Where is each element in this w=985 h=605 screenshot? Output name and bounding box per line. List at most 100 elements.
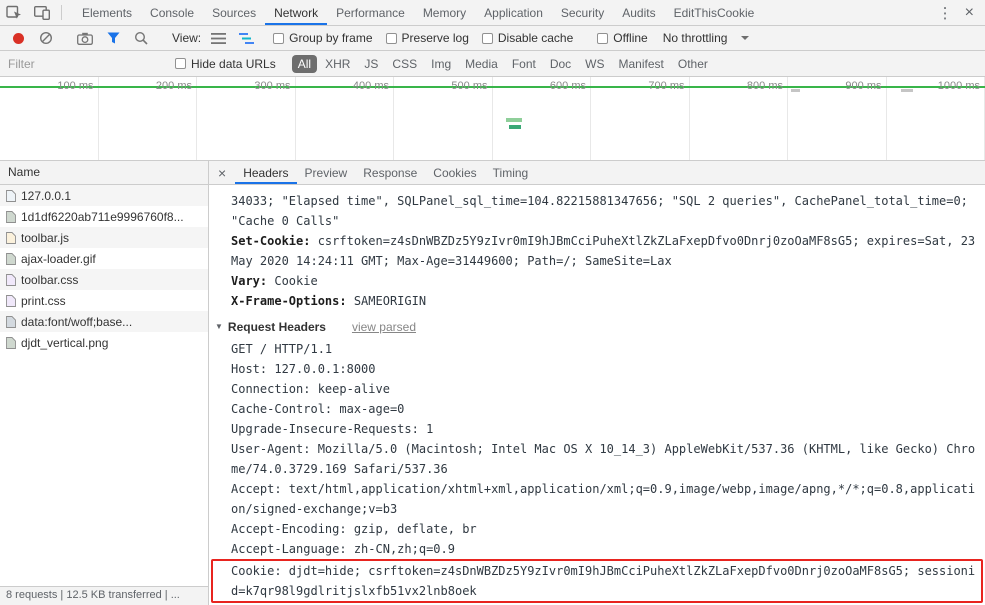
devtools-tab[interactable]: Performance [327, 0, 414, 25]
header-value: SAMEORIGIN [346, 294, 427, 308]
network-toolbar: View: Group by frame Preserve log Disabl… [0, 26, 985, 51]
request-row[interactable]: toolbar.js [0, 227, 208, 248]
large-request-rows-icon[interactable] [204, 32, 232, 44]
network-overview[interactable]: 100 ms 200 ms 300 ms 400 ms 500 ms 600 m… [0, 77, 985, 161]
disable-cache-checkbox[interactable]: Disable cache [481, 31, 573, 45]
resource-type-filter[interactable]: Img [425, 55, 457, 73]
details-tab[interactable]: Timing [485, 161, 537, 184]
group-by-frame-checkbox[interactable]: Group by frame [273, 31, 373, 45]
preserve-log-checkbox[interactable]: Preserve log [385, 31, 469, 45]
request-headers-section[interactable]: ▼ Request Headers view parsed [209, 317, 985, 337]
inspect-element-icon[interactable] [0, 0, 28, 25]
request-details-panel: × Headers Preview Response Cookies Timin… [209, 161, 985, 605]
response-header-line: Set-Cookie: csrftoken=z4sDnWBZDz5Y9zIvr0… [209, 231, 985, 271]
network-main: Name 127.0.0.1 1d1df6220ab711e9996760f8.… [0, 161, 985, 605]
request-row[interactable]: ajax-loader.gif [0, 248, 208, 269]
request-name: ajax-loader.gif [21, 251, 96, 266]
timeline-tick-label: 1000 ms [937, 80, 980, 92]
response-header-line: 34033; "Elapsed time", SQLPanel_sql_time… [209, 191, 985, 231]
timeline-grid-cell: 400 ms [296, 77, 394, 160]
section-title: Request Headers [227, 320, 326, 334]
close-details-icon[interactable]: × [209, 161, 235, 184]
record-button[interactable] [4, 32, 32, 45]
checkbox-label: Group by frame [289, 31, 373, 45]
request-header-line: Connection: keep-alive [231, 382, 390, 396]
devtools-tab[interactable]: Audits [613, 0, 664, 25]
screenshot-camera-icon[interactable] [71, 32, 99, 45]
close-devtools-icon[interactable]: × [961, 4, 985, 22]
response-header-line: X-Frame-Options: SAMEORIGIN [209, 291, 985, 311]
request-row[interactable]: 1d1df6220ab711e9996760f8... [0, 206, 208, 227]
device-toolbar-icon[interactable] [28, 0, 56, 25]
request-name: djdt_vertical.png [21, 335, 109, 350]
request-row[interactable]: 127.0.0.1 [0, 185, 208, 206]
checkbox-box[interactable] [175, 58, 186, 69]
resource-type-icon [6, 231, 16, 244]
timeline-grid-cell: 700 ms [591, 77, 690, 160]
show-overview-icon[interactable] [232, 32, 260, 44]
request-name: 1d1df6220ab711e9996760f8... [21, 209, 184, 224]
clear-button[interactable] [32, 31, 60, 45]
details-tab[interactable]: Cookies [425, 161, 484, 184]
resource-type-icon [6, 294, 16, 307]
devtools-tab[interactable]: Console [141, 0, 203, 25]
details-tabbar: × Headers Preview Response Cookies Timin… [209, 161, 985, 185]
timeline-tick-label: 500 ms [451, 80, 488, 92]
devtools-tab[interactable]: Memory [414, 0, 475, 25]
search-icon[interactable] [127, 31, 155, 45]
resource-type-filter[interactable]: XHR [319, 55, 356, 73]
view-label: View: [172, 31, 202, 45]
overview-request-bar [506, 118, 522, 122]
offline-checkbox[interactable]: Offline [597, 31, 648, 45]
checkbox-box[interactable] [385, 32, 397, 44]
kebab-menu-icon[interactable]: ⋮ [930, 4, 961, 22]
hide-data-urls-checkbox[interactable]: Hide data URLs [175, 57, 276, 71]
request-row[interactable]: djdt_vertical.png [0, 332, 208, 353]
devtools-tab[interactable]: Network [265, 0, 327, 25]
resource-type-icon [6, 210, 16, 223]
request-headers-source: GET / HTTP/1.1 Host: 127.0.0.1:8000 Conn… [209, 339, 985, 559]
cookie-highlight-box: Cookie: djdt=hide; csrftoken=z4sDnWBZDz5… [211, 559, 983, 603]
header-value: 34033; "Elapsed time", SQLPanel_sql_time… [231, 194, 976, 228]
resource-type-filter[interactable]: Media [459, 55, 504, 73]
name-column-header[interactable]: Name [0, 161, 208, 185]
checkbox-box[interactable] [273, 32, 285, 44]
resource-type-filter[interactable]: Manifest [613, 55, 670, 73]
throttling-dropdown[interactable]: No throttling [663, 31, 750, 45]
headers-content: 34033; "Elapsed time", SQLPanel_sql_time… [209, 185, 985, 605]
timeline-tick-label: 400 ms [352, 80, 389, 92]
devtools-tab[interactable]: Elements [73, 0, 141, 25]
devtools-tab[interactable]: Application [475, 0, 552, 25]
resource-type-filter[interactable]: All [291, 54, 318, 73]
devtools-tab[interactable]: Security [552, 0, 613, 25]
request-row[interactable]: data:font/woff;base... [0, 311, 208, 332]
details-tab[interactable]: Headers [235, 161, 296, 184]
details-tab[interactable]: Preview [297, 161, 356, 184]
header-name: X-Frame-Options: [231, 294, 347, 308]
details-tab[interactable]: Response [355, 161, 425, 184]
request-name: toolbar.css [21, 272, 79, 287]
timeline-tick-label: 700 ms [648, 80, 685, 92]
chevron-down-icon [741, 36, 750, 40]
view-parsed-link[interactable]: view parsed [352, 317, 416, 337]
resource-type-icon [6, 252, 16, 265]
resource-type-filter[interactable]: JS [358, 55, 384, 73]
filter-funnel-icon[interactable] [99, 32, 127, 44]
devtools-tab[interactable]: EditThisCookie [665, 0, 764, 25]
checkbox-box[interactable] [481, 32, 493, 44]
checkbox-box[interactable] [597, 32, 609, 44]
resource-type-filter[interactable]: CSS [386, 55, 423, 73]
timeline-grid-cell: 500 ms [394, 77, 493, 160]
request-name: print.css [21, 293, 66, 308]
request-row[interactable]: toolbar.css [0, 269, 208, 290]
request-header-line: Accept-Language: zh-CN,zh;q=0.9 [231, 542, 455, 556]
timeline-tick-label: 300 ms [254, 80, 291, 92]
filter-input[interactable] [0, 56, 162, 71]
resource-type-filter[interactable]: Doc [544, 55, 577, 73]
resource-type-filter[interactable]: WS [579, 55, 610, 73]
response-header-line: Vary: Cookie [209, 271, 985, 291]
resource-type-filter[interactable]: Other [672, 55, 714, 73]
devtools-tab[interactable]: Sources [203, 0, 265, 25]
request-row[interactable]: print.css [0, 290, 208, 311]
resource-type-filter[interactable]: Font [506, 55, 542, 73]
